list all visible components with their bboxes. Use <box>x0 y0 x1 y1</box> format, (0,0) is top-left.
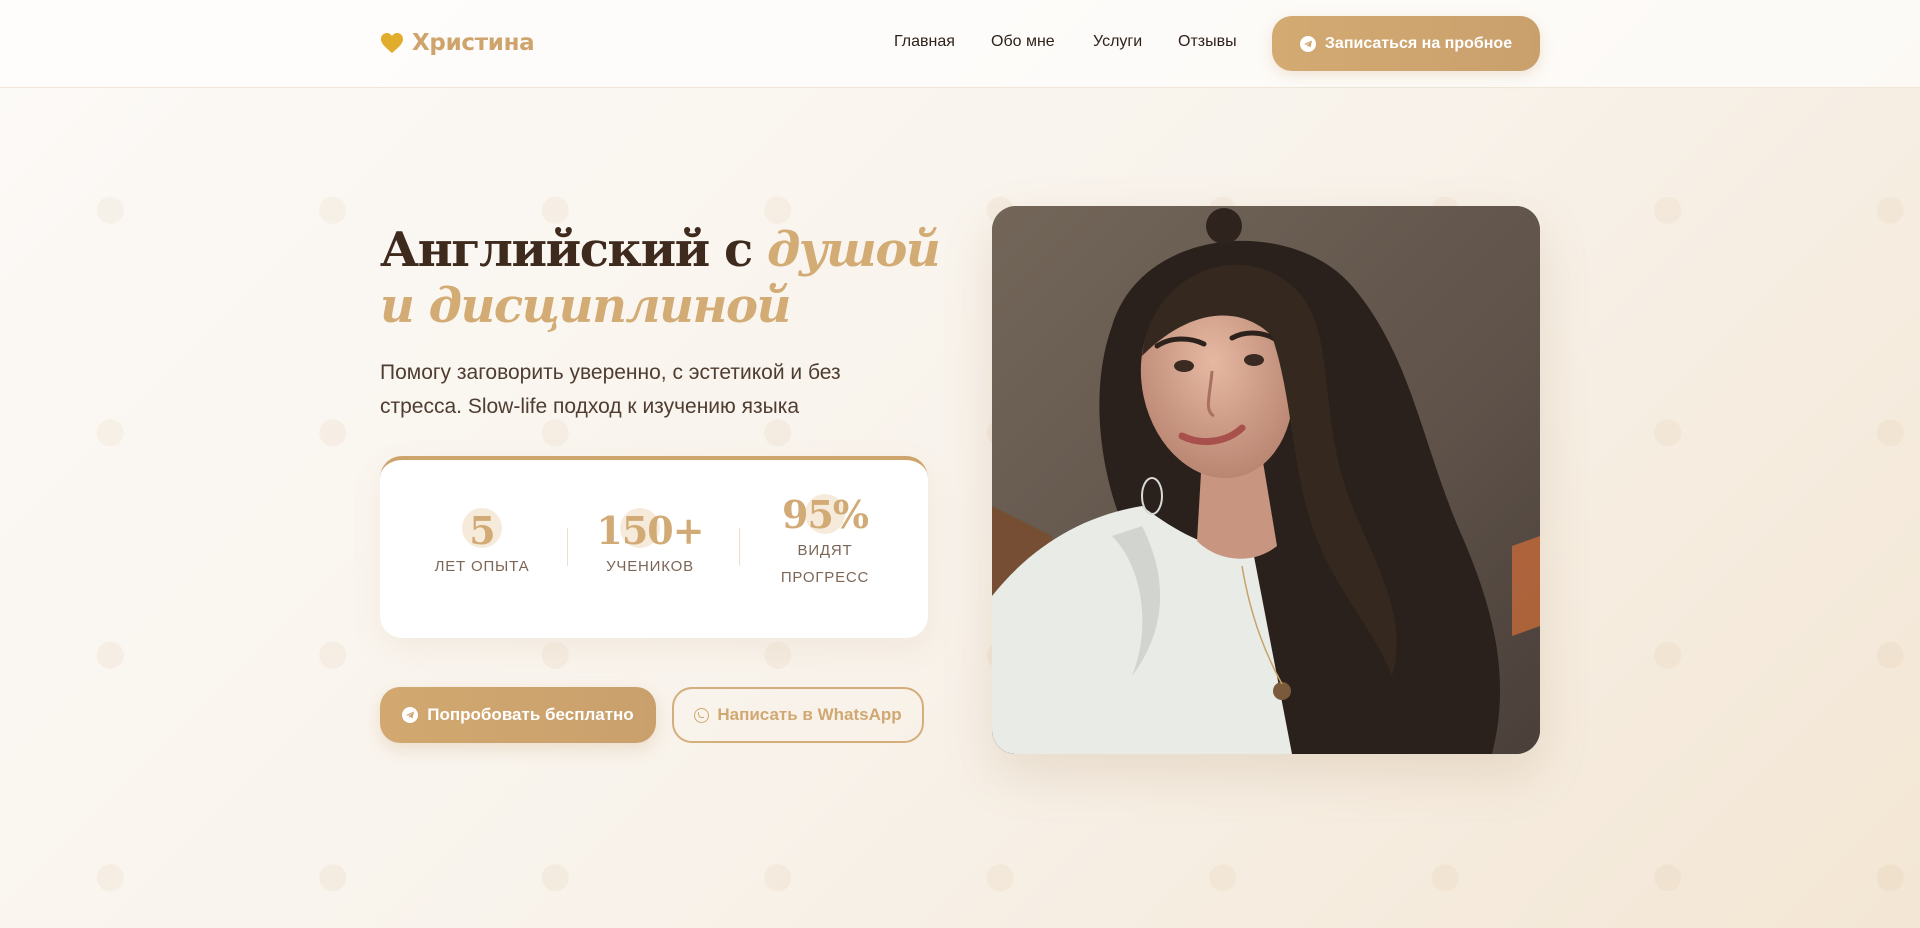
stat-divider <box>567 528 568 566</box>
logo-text: Христина <box>412 30 535 56</box>
stat-label: ПРОГРЕСС <box>780 569 870 586</box>
stat-label: УЧЕНИКОВ <box>606 558 694 575</box>
nav-reviews[interactable]: Отзывы <box>1178 33 1237 51</box>
stat-label: ЛЕТ ОПЫТА <box>434 558 530 575</box>
telegram-icon <box>1299 35 1316 52</box>
teacher-photo <box>992 206 1540 754</box>
hero-subtitle: Помогу заговорить уверенно, с эстетикой … <box>380 361 841 418</box>
whatsapp-icon <box>694 707 710 723</box>
site-header: Христина Главная Обо мне Услуги Отзывы З… <box>0 0 1920 88</box>
stat-experience: 5 ЛЕТ ОПЫТА <box>429 508 535 580</box>
portrait-illustration <box>992 206 1540 754</box>
book-trial-label: Записаться на пробное <box>1324 34 1513 52</box>
stat-progress: 95% ВИДЯТ ПРОГРЕСС <box>760 492 890 591</box>
nav-about[interactable]: Обо мне <box>991 33 1055 51</box>
whatsapp-button[interactable]: Написать в WhatsApp <box>672 687 924 743</box>
stat-students: 150+ УЧЕНИКОВ <box>595 508 705 580</box>
stat-value: 95% <box>782 492 869 537</box>
try-free-button[interactable]: Попробовать бесплатно <box>380 687 656 743</box>
whatsapp-label: Написать в WhatsApp <box>717 705 902 724</box>
background-pattern <box>0 88 1920 928</box>
stat-divider <box>739 528 740 566</box>
hero-title-plain: Английский с <box>380 222 767 278</box>
book-trial-button[interactable]: Записаться на пробное <box>1272 16 1540 71</box>
hero-title: Английский с душой и дисциплиной <box>380 222 980 334</box>
nav-home[interactable]: Главная <box>894 33 955 51</box>
nav-services[interactable]: Услуги <box>1093 33 1142 51</box>
stats-card: 5 ЛЕТ ОПЫТА 150+ УЧЕНИКОВ 95% ВИДЯТ ПРОГ… <box>380 456 928 638</box>
heart-icon <box>381 33 403 53</box>
try-free-label: Попробовать бесплатно <box>427 705 634 724</box>
stat-label: ВИДЯТ <box>797 542 853 559</box>
logo[interactable]: Христина <box>380 30 535 56</box>
telegram-icon <box>402 707 419 723</box>
stat-value: 150+ <box>596 508 704 553</box>
stat-value: 5 <box>469 508 495 553</box>
